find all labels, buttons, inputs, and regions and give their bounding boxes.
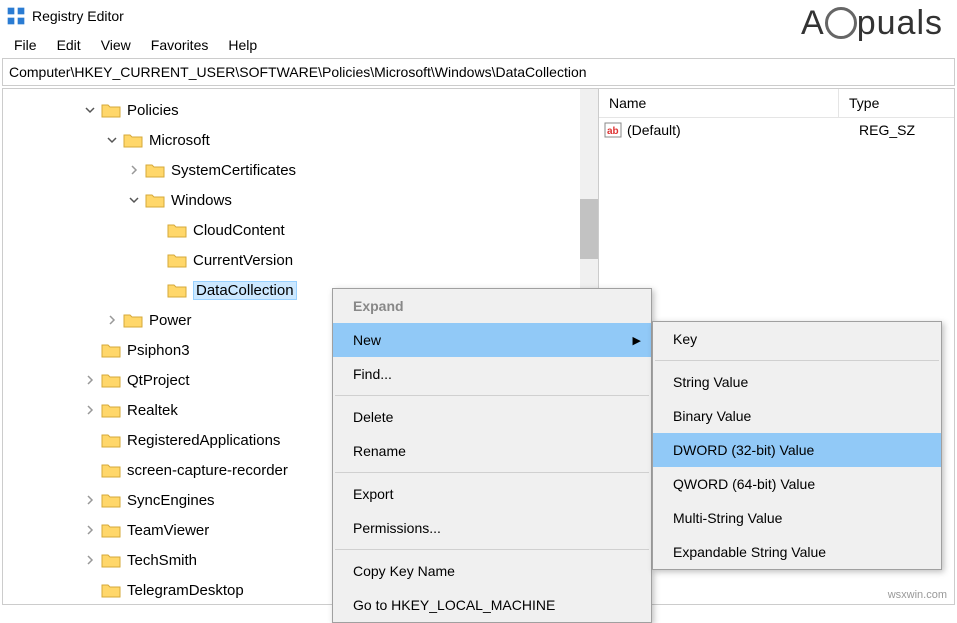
tree-node-microsoft[interactable]: Microsoft xyxy=(63,125,598,155)
folder-icon xyxy=(101,402,121,418)
tree-node-cloudcontent[interactable]: CloudContent xyxy=(63,215,598,245)
chevron-right-icon[interactable] xyxy=(83,373,97,387)
folder-icon xyxy=(101,432,121,448)
address-bar[interactable]: Computer\HKEY_CURRENT_USER\SOFTWARE\Poli… xyxy=(2,58,955,86)
chevron-right-icon[interactable] xyxy=(127,163,141,177)
tree-node-windows[interactable]: Windows xyxy=(63,185,598,215)
context-separator xyxy=(655,360,939,361)
folder-icon xyxy=(101,552,121,568)
menu-file[interactable]: File xyxy=(4,35,47,55)
chevron-right-icon[interactable] xyxy=(83,403,97,417)
column-type[interactable]: Type xyxy=(839,89,954,117)
folder-icon xyxy=(101,102,121,118)
ctx-find[interactable]: Find... xyxy=(333,357,651,391)
submenu-arrow-icon: ▶ xyxy=(633,334,641,347)
ctx-copy-key-name[interactable]: Copy Key Name xyxy=(333,554,651,588)
menu-view[interactable]: View xyxy=(91,35,141,55)
chevron-down-icon[interactable] xyxy=(83,103,97,117)
watermark-logo: Apuals xyxy=(801,4,943,43)
window-title: Registry Editor xyxy=(32,8,124,24)
value-row-default[interactable]: ab (Default) REG_SZ xyxy=(599,118,954,142)
context-submenu-new: Key String Value Binary Value DWORD (32-… xyxy=(652,321,942,570)
chevron-down-icon[interactable] xyxy=(127,193,141,207)
values-header: Name Type xyxy=(599,89,954,118)
chevron-down-icon[interactable] xyxy=(105,133,119,147)
menu-edit[interactable]: Edit xyxy=(47,35,91,55)
ctx-new-string[interactable]: String Value xyxy=(653,365,941,399)
ctx-permissions[interactable]: Permissions... xyxy=(333,511,651,545)
ctx-goto-hklm[interactable]: Go to HKEY_LOCAL_MACHINE xyxy=(333,588,651,622)
scrollbar-thumb[interactable] xyxy=(580,199,598,259)
chevron-right-icon[interactable] xyxy=(83,493,97,507)
ctx-delete[interactable]: Delete xyxy=(333,400,651,434)
column-name[interactable]: Name xyxy=(599,89,839,117)
folder-icon xyxy=(101,492,121,508)
ctx-new-multistring[interactable]: Multi-String Value xyxy=(653,501,941,535)
context-separator xyxy=(335,549,649,550)
value-type: REG_SZ xyxy=(859,122,915,138)
folder-icon xyxy=(145,162,165,178)
ctx-export[interactable]: Export xyxy=(333,477,651,511)
ctx-new-dword[interactable]: DWORD (32-bit) Value xyxy=(653,433,941,467)
regedit-icon xyxy=(6,6,26,26)
context-menu: Expand New▶ Find... Delete Rename Export… xyxy=(332,288,652,623)
folder-icon xyxy=(101,582,121,598)
watermark-face-icon xyxy=(825,7,857,39)
ctx-expand: Expand xyxy=(333,289,651,323)
folder-icon xyxy=(123,312,143,328)
folder-icon xyxy=(167,282,187,298)
credit-text: wsxwin.com xyxy=(888,589,947,601)
folder-icon xyxy=(167,222,187,238)
ctx-new-binary[interactable]: Binary Value xyxy=(653,399,941,433)
address-path: Computer\HKEY_CURRENT_USER\SOFTWARE\Poli… xyxy=(9,64,587,80)
chevron-right-icon[interactable] xyxy=(105,313,119,327)
menu-favorites[interactable]: Favorites xyxy=(141,35,219,55)
ctx-rename[interactable]: Rename xyxy=(333,434,651,468)
ctx-new-qword[interactable]: QWORD (64-bit) Value xyxy=(653,467,941,501)
context-separator xyxy=(335,395,649,396)
tree-node-currentversion[interactable]: CurrentVersion xyxy=(63,245,598,275)
ctx-new-key[interactable]: Key xyxy=(653,322,941,356)
folder-icon xyxy=(123,132,143,148)
folder-icon xyxy=(101,342,121,358)
chevron-right-icon[interactable] xyxy=(83,553,97,567)
folder-icon xyxy=(101,522,121,538)
context-separator xyxy=(335,472,649,473)
folder-icon xyxy=(101,372,121,388)
ctx-new-expandable[interactable]: Expandable String Value xyxy=(653,535,941,569)
menu-help[interactable]: Help xyxy=(218,35,267,55)
tree-node-policies[interactable]: Policies xyxy=(63,95,598,125)
svg-text:ab: ab xyxy=(607,126,619,137)
tree-node-systemcertificates[interactable]: SystemCertificates xyxy=(63,155,598,185)
folder-icon xyxy=(167,252,187,268)
value-name: (Default) xyxy=(627,122,859,138)
ctx-new[interactable]: New▶ xyxy=(333,323,651,357)
folder-icon xyxy=(145,192,165,208)
folder-icon xyxy=(101,462,121,478)
string-value-icon: ab xyxy=(603,120,623,140)
chevron-right-icon[interactable] xyxy=(83,523,97,537)
